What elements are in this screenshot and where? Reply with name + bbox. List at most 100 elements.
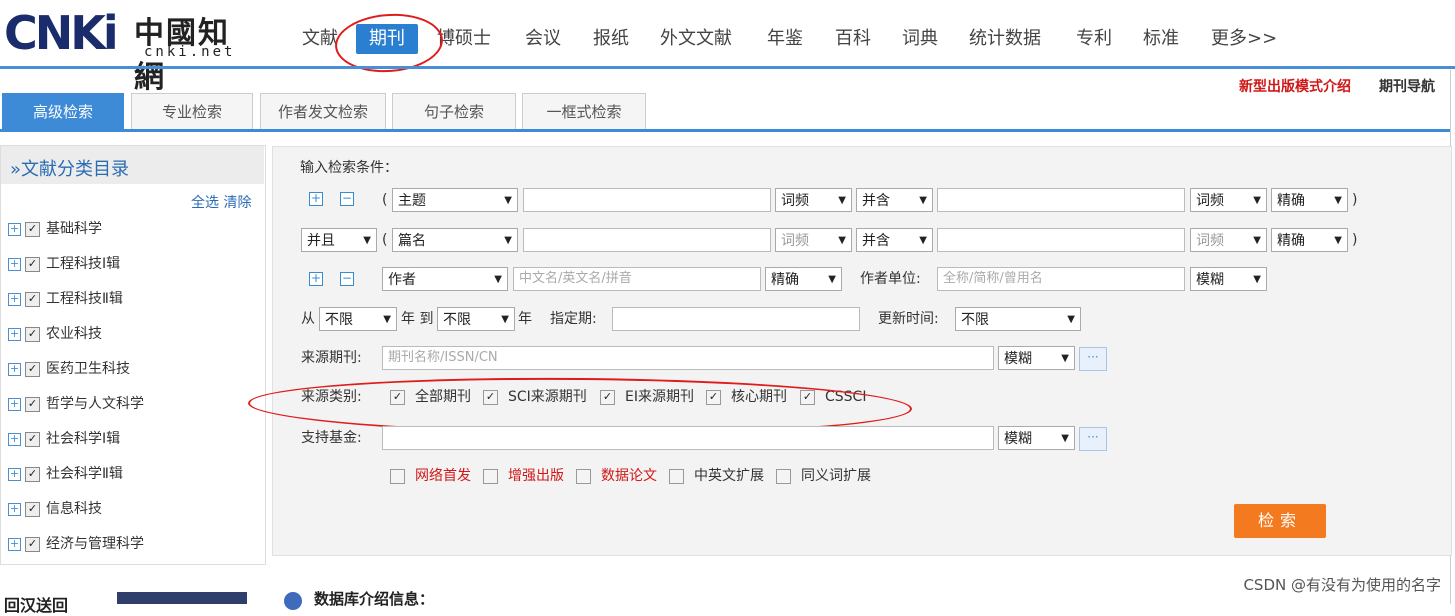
nav-yearbooks[interactable]: 年鉴 xyxy=(767,24,803,54)
nav-foreign-docs[interactable]: 外文文献 xyxy=(660,24,732,54)
search-button[interactable]: 检索 xyxy=(1234,504,1326,538)
tab-professional-search[interactable]: 专业检索 xyxy=(131,93,253,130)
journal-nav-link[interactable]: 期刊导航 xyxy=(1379,76,1435,96)
cb-data-paper[interactable]: 数据论文 xyxy=(576,466,657,486)
clear-link[interactable]: 清除 xyxy=(223,195,251,211)
category-item[interactable]: + ✓ 农业科技 xyxy=(8,324,102,344)
category-item[interactable]: + ✓ 工程科技Ⅰ辑 xyxy=(8,254,120,274)
checkbox[interactable] xyxy=(669,468,684,484)
checkbox[interactable]: ✓ xyxy=(25,221,40,237)
freq-select-2[interactable]: 词频 ▼ xyxy=(775,228,852,252)
year-from-select[interactable]: 不限 ▼ xyxy=(319,307,397,331)
nav-patents[interactable]: 专利 xyxy=(1076,24,1112,54)
combine-select-1[interactable]: 并含 ▼ xyxy=(856,188,933,212)
category-item[interactable]: + ✓ 经济与管理科学 xyxy=(8,534,144,554)
tab-sentence-search[interactable]: 句子检索 xyxy=(392,93,516,130)
remove-row-icon[interactable]: − xyxy=(340,272,354,286)
expand-icon[interactable]: + xyxy=(8,397,21,411)
checkbox[interactable]: ✓ xyxy=(25,396,40,412)
combine-select-2[interactable]: 并含 ▼ xyxy=(856,228,933,252)
new-mode-link[interactable]: 新型出版模式介绍 xyxy=(1239,76,1351,96)
match-select-2[interactable]: 精确 ▼ xyxy=(1271,228,1348,252)
category-item[interactable]: + ✓ 信息科技 xyxy=(8,499,102,519)
field-select-2[interactable]: 篇名 ▼ xyxy=(392,228,518,252)
checkbox[interactable]: ✓ xyxy=(25,536,40,552)
expand-icon[interactable]: + xyxy=(8,502,21,516)
field-select-1[interactable]: 主题 ▼ xyxy=(392,188,518,212)
match-select-1[interactable]: 精确 ▼ xyxy=(1271,188,1348,212)
db-info-heading: 数据库介绍信息： xyxy=(314,590,435,608)
category-item[interactable]: + ✓ 社会科学Ⅱ辑 xyxy=(8,464,123,484)
author-unit-input[interactable]: 全称/简称/曾用名 xyxy=(937,267,1185,291)
checkbox[interactable]: ✓ xyxy=(25,501,40,517)
unit-match-select[interactable]: 模糊 ▼ xyxy=(1190,267,1267,291)
expand-icon[interactable]: + xyxy=(8,537,21,551)
nav-theses[interactable]: 博硕士 xyxy=(437,24,491,54)
keyword-input-1[interactable] xyxy=(523,188,771,212)
cnki-logo[interactable]: CNKi 中國知網 cnki.net xyxy=(4,6,254,95)
source-journal-input[interactable]: 期刊名称/ISSN/CN xyxy=(382,346,994,370)
expand-icon[interactable]: + xyxy=(8,362,21,376)
more-options-icon[interactable]: ··· xyxy=(1079,427,1107,451)
freq-select-1[interactable]: 词频 ▼ xyxy=(775,188,852,212)
more-options-icon[interactable]: ··· xyxy=(1079,347,1107,371)
cb-online-first[interactable]: 网络首发 xyxy=(390,466,471,486)
nav-standards[interactable]: 标准 xyxy=(1143,24,1179,54)
checkbox[interactable] xyxy=(390,468,405,484)
expand-icon[interactable]: + xyxy=(8,292,21,306)
fund-input[interactable] xyxy=(382,426,994,450)
tab-single-box-search[interactable]: 一框式检索 xyxy=(522,93,646,130)
checkbox[interactable]: ✓ xyxy=(25,466,40,482)
nav-conferences[interactable]: 会议 xyxy=(525,24,561,54)
author-input[interactable]: 中文名/英文名/拼音 xyxy=(513,267,761,291)
keyword-input-1b[interactable] xyxy=(937,188,1185,212)
checkbox[interactable]: ✓ xyxy=(25,291,40,307)
category-item[interactable]: + ✓ 医药卫生科技 xyxy=(8,359,130,379)
checkbox[interactable] xyxy=(776,468,791,484)
expand-icon[interactable]: + xyxy=(8,432,21,446)
keyword-input-2b[interactable] xyxy=(937,228,1185,252)
add-row-icon[interactable]: + xyxy=(309,192,323,206)
logic-select[interactable]: 并且 ▼ xyxy=(301,228,377,252)
expand-icon[interactable]: + xyxy=(8,222,21,236)
checkbox[interactable]: ✓ xyxy=(25,361,40,377)
nav-more[interactable]: 更多>> xyxy=(1211,24,1277,54)
checkbox[interactable]: ✓ xyxy=(25,256,40,272)
nav-dictionary[interactable]: 词典 xyxy=(902,24,938,54)
expand-icon[interactable]: + xyxy=(8,327,21,341)
expand-icon[interactable]: + xyxy=(8,257,21,271)
freq-select-1b[interactable]: 词频 ▼ xyxy=(1190,188,1267,212)
checkbox[interactable]: ✓ xyxy=(25,431,40,447)
select-value: 不限 xyxy=(325,312,353,328)
tab-advanced-search[interactable]: 高级检索 xyxy=(2,93,124,130)
cb-synonym-expand[interactable]: 同义词扩展 xyxy=(776,466,871,486)
add-row-icon[interactable]: + xyxy=(309,272,323,286)
update-time-select[interactable]: 不限 ▼ xyxy=(955,307,1081,331)
fund-match-select[interactable]: 模糊 ▼ xyxy=(998,426,1075,450)
keyword-input-2[interactable] xyxy=(523,228,771,252)
period-input[interactable] xyxy=(612,307,860,331)
nav-encyclopedia[interactable]: 百科 xyxy=(835,24,871,54)
tab-author-search[interactable]: 作者发文检索 xyxy=(260,93,386,130)
author-match-select[interactable]: 精确 ▼ xyxy=(765,267,842,291)
cb-enhanced[interactable]: 增强出版 xyxy=(483,466,564,486)
checkbox[interactable]: ✓ xyxy=(25,326,40,342)
freq-select-2b[interactable]: 词频 ▼ xyxy=(1190,228,1267,252)
expand-icon[interactable]: + xyxy=(8,467,21,481)
category-item[interactable]: + ✓ 基础科学 xyxy=(8,219,102,239)
checkbox[interactable] xyxy=(576,468,591,484)
source-journal-match[interactable]: 模糊 ▼ xyxy=(998,346,1075,370)
category-item[interactable]: + ✓ 社会科学Ⅰ辑 xyxy=(8,429,120,449)
select-all-link[interactable]: 全选 xyxy=(191,195,219,211)
nav-documents[interactable]: 文献 xyxy=(302,24,338,54)
checkbox[interactable] xyxy=(483,468,498,484)
year-to-select[interactable]: 不限 ▼ xyxy=(437,307,515,331)
dropdown-arrow-icon: ▼ xyxy=(1061,353,1069,364)
nav-newspapers[interactable]: 报纸 xyxy=(593,24,629,54)
author-field-select[interactable]: 作者 ▼ xyxy=(382,267,508,291)
cb-cn-en-expand[interactable]: 中英文扩展 xyxy=(669,466,764,486)
category-item[interactable]: + ✓ 工程科技Ⅱ辑 xyxy=(8,289,123,309)
nav-statistics[interactable]: 统计数据 xyxy=(969,24,1041,54)
remove-row-icon[interactable]: − xyxy=(340,192,354,206)
category-item[interactable]: + ✓ 哲学与人文科学 xyxy=(8,394,144,414)
